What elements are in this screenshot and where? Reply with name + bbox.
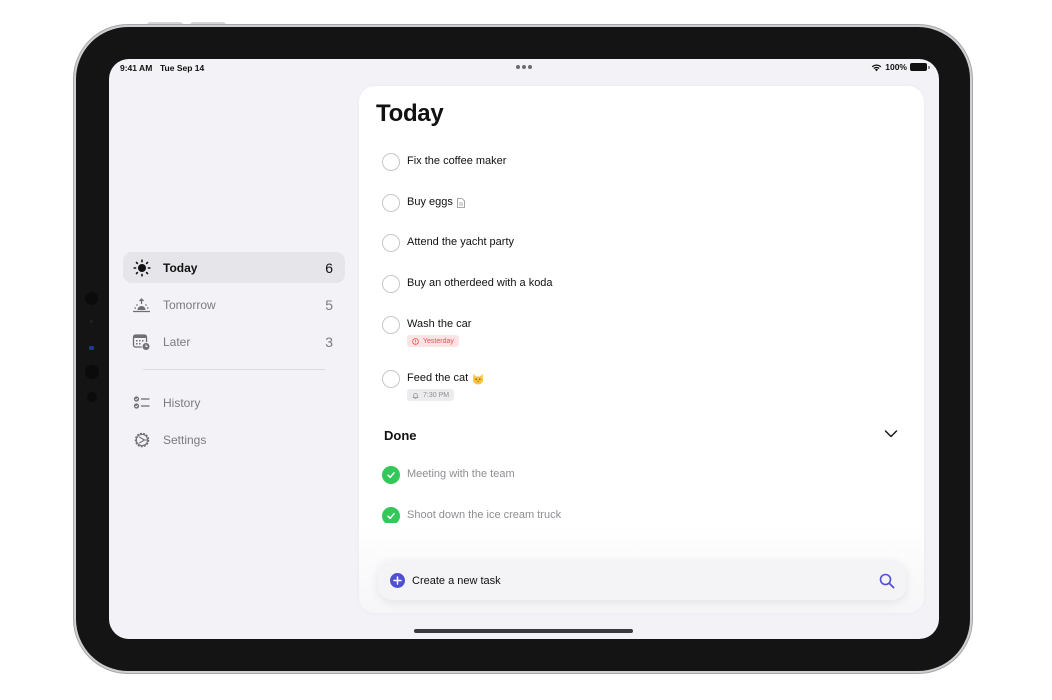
task-item[interactable]: Feed the cat 7:30 PM [382,370,484,404]
done-section-heading: Done [384,428,417,443]
chevron-down-icon[interactable] [884,429,898,439]
page-title: Today [376,100,444,127]
sidebar-item-tomorrow[interactable]: Tomorrow 5 [123,289,345,320]
overdue-badge: Yesterday [407,335,459,347]
task-title: Meeting with the team [407,468,515,480]
cat-emoji [473,373,484,384]
sidebar-item-label: History [163,395,201,410]
sidebar-item-count: 6 [325,259,333,276]
task-item[interactable]: Wash the car Yesterday [382,316,471,350]
sidebar-item-settings[interactable]: Settings [123,424,345,455]
sidebar-item-label: Later [163,334,191,349]
plus-icon[interactable] [390,573,405,588]
sidebar-item-label: Tomorrow [163,297,216,312]
task-title: Buy an otherdeed with a koda [407,277,553,289]
task-checkbox[interactable] [382,316,400,334]
task-title: Fix the coffee maker [407,155,507,167]
task-checkbox[interactable] [382,153,400,171]
sidebar-item-later[interactable]: Later 3 [123,326,345,357]
sidebar-item-label: Settings [163,432,207,447]
task-item[interactable]: Buy eggs [382,194,465,212]
task-checkbox[interactable] [382,275,400,293]
overdue-clock-icon [412,337,419,345]
create-task-bar[interactable]: Create a new task [378,561,906,600]
status-date: Tue Sep 14 [160,63,205,73]
status-time: 9:41 AM [120,63,153,73]
done-task-item[interactable]: Meeting with the team [382,466,515,484]
sidebar: Today 6 Tomorrow 5 Later 3 History Setti… [123,252,345,461]
today-panel: Today Fix the coffee maker Buy eggs Atte… [359,86,924,613]
task-title: Wash the car [407,318,472,330]
bell-icon [412,392,419,399]
task-item[interactable]: Buy an otherdeed with a koda [382,275,553,293]
sidebar-item-label: Today [163,260,198,275]
task-title: Buy eggs [407,196,465,209]
multitasking-dots-icon[interactable] [516,65,532,69]
sunrise-icon [132,295,151,314]
screen: 9:41 AM Tue Sep 14 100% Today 6 Tomorrow… [109,59,939,639]
checklist-icon [132,393,151,412]
task-title: Shoot down the ice cream truck [407,509,562,521]
task-title: Attend the yacht party [407,236,515,248]
task-item[interactable]: Fix the coffee maker [382,153,506,171]
task-checkbox[interactable] [382,234,400,252]
home-indicator[interactable] [414,629,633,633]
reminder-badge: 7:30 PM [407,389,455,401]
camera-sensors [84,290,100,410]
sun-icon [132,258,151,277]
sidebar-item-today[interactable]: Today 6 [123,252,345,283]
search-icon[interactable] [879,573,895,589]
task-checkbox[interactable] [382,370,400,388]
wifi-icon [871,63,882,71]
battery-percentage: 100% [885,62,907,72]
task-item[interactable]: Attend the yacht party [382,234,514,252]
checkmark-icon[interactable] [382,466,400,484]
status-indicators: 100% [871,62,930,72]
gear-icon [132,430,151,449]
task-checkbox[interactable] [382,194,400,212]
calendar-clock-icon [132,332,151,351]
note-icon [456,197,465,208]
task-title: Feed the cat [407,372,484,385]
sidebar-item-count: 3 [325,333,333,350]
sidebar-divider [143,369,325,370]
sidebar-item-count: 5 [325,296,333,313]
battery-icon [910,63,930,71]
sidebar-item-history[interactable]: History [123,387,345,418]
create-task-input[interactable]: Create a new task [412,575,879,587]
